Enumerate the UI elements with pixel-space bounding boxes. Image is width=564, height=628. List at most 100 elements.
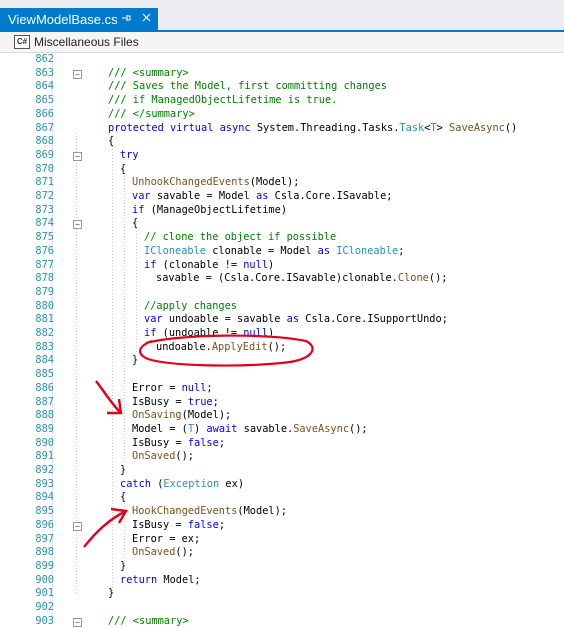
code-line[interactable]: 868 { xyxy=(0,135,564,149)
navigation-bar: C# Miscellaneous Files xyxy=(0,32,564,53)
line-number: 862 xyxy=(35,53,54,65)
code-text: protected virtual async System.Threading… xyxy=(108,121,518,134)
code-text: { xyxy=(132,217,139,230)
code-line[interactable]: 876 ICloneable clonable = Model as IClone… xyxy=(0,245,564,259)
code-line[interactable]: 890 IsBusy = false; xyxy=(0,437,564,451)
code-line[interactable]: 884} xyxy=(0,354,564,368)
code-line[interactable]: 903 − /// <summary> xyxy=(0,615,564,628)
code-line[interactable]: 880 //apply changes xyxy=(0,300,564,314)
code-line[interactable]: 897 Error = ex; xyxy=(0,533,564,547)
line-number: 866 xyxy=(35,107,54,120)
code-text: /// Saves the Model, first committing ch… xyxy=(108,80,387,93)
code-text: if (undoable != null) xyxy=(144,327,275,339)
code-text: if (ManageObjectLifetime) xyxy=(132,203,288,216)
code-line[interactable]: 894 { xyxy=(0,491,564,505)
code-line[interactable]: 862 xyxy=(0,53,564,67)
line-number: 902 xyxy=(35,601,54,613)
code-text: UnhookChangedEvents(Model); xyxy=(132,176,300,189)
line-number: 869 xyxy=(35,148,54,161)
code-text: ICloneable clonable = Model as ICloneabl… xyxy=(144,244,405,257)
code-text: } xyxy=(132,354,139,367)
code-line[interactable]: 883 undoable.ApplyEdit(); xyxy=(0,341,564,355)
code-line[interactable]: 885 xyxy=(0,368,564,382)
code-text: HookChangedEvents(Model); xyxy=(132,505,287,518)
code-text: undoable.ApplyEdit(); xyxy=(156,340,287,353)
code-line[interactable]: 875 // clone the object if possible xyxy=(0,231,564,245)
code-line[interactable]: 882 if (undoable != null) xyxy=(0,327,564,341)
fold-toggle-icon[interactable]: − xyxy=(73,521,82,531)
line-number: 875 xyxy=(35,231,54,244)
code-line[interactable]: 899} xyxy=(0,560,564,574)
code-line[interactable]: 900 return Model; xyxy=(0,574,564,588)
code-line[interactable]: 879 xyxy=(0,286,564,300)
code-line[interactable]: 866 /// </summary> xyxy=(0,108,564,122)
code-text: if (clonable != null) xyxy=(144,258,275,271)
line-number: 885 xyxy=(35,368,54,381)
code-line[interactable]: 867 protected virtual async System.Thread… xyxy=(0,122,564,136)
code-line[interactable]: 871 UnhookChangedEvents(Model); xyxy=(0,176,564,190)
code-text: /// <summary> xyxy=(108,614,189,627)
code-line[interactable]: 870 { xyxy=(0,163,564,177)
code-text: } xyxy=(108,587,115,600)
code-line[interactable]: 874 − { xyxy=(0,217,564,231)
line-number: 882 xyxy=(35,327,54,339)
code-line[interactable]: 873 if (ManageObjectLifetime) xyxy=(0,204,564,218)
project-dropdown-label[interactable]: Miscellaneous Files xyxy=(34,35,139,49)
line-number: 896 xyxy=(35,518,54,531)
code-line[interactable]: 865 /// if ManagedObjectLifetime is true. xyxy=(0,94,564,108)
line-number: 863 xyxy=(35,66,54,79)
code-text: return Model; xyxy=(120,573,201,586)
code-text: /// </summary> xyxy=(108,107,195,120)
code-line[interactable]: 877 if (clonable != null) xyxy=(0,259,564,273)
line-number: 868 xyxy=(35,135,54,148)
line-number: 878 xyxy=(35,272,54,285)
code-text: IsBusy = true; xyxy=(132,395,219,408)
code-text: IsBusy = false; xyxy=(132,436,226,449)
code-line[interactable]: 872 var savable = Model as Csla.Core.ISav… xyxy=(0,190,564,204)
line-number: 884 xyxy=(35,354,54,367)
fold-toggle-icon[interactable]: − xyxy=(73,151,82,161)
code-text: try xyxy=(120,148,139,161)
code-line[interactable]: 901} xyxy=(0,587,564,601)
code-line[interactable]: 869 − try xyxy=(0,149,564,163)
code-line[interactable]: 902 xyxy=(0,601,564,615)
fold-toggle-icon[interactable]: − xyxy=(73,69,82,79)
code-text: savable = (Csla.Core.ISavable)clonable.C… xyxy=(156,272,448,285)
code-text: /// if ManagedObjectLifetime is true. xyxy=(108,94,338,107)
code-line[interactable]: 881 var undoable = savable as Csla.Core.I… xyxy=(0,313,564,327)
line-number: 903 xyxy=(35,614,54,627)
code-text: IsBusy = false; xyxy=(132,518,226,531)
code-line[interactable]: 863 − /// <summary> xyxy=(0,67,564,81)
line-number: 895 xyxy=(35,505,54,518)
code-line[interactable]: 891 OnSaved(); xyxy=(0,450,564,464)
code-line[interactable]: 892} xyxy=(0,464,564,478)
line-number: 897 xyxy=(35,532,54,545)
line-number: 876 xyxy=(35,244,54,257)
fold-toggle-icon[interactable]: − xyxy=(73,617,82,627)
code-line[interactable]: 893 catch (Exception ex) xyxy=(0,478,564,492)
pin-icon[interactable] xyxy=(118,13,134,26)
code-line[interactable]: 896 − IsBusy = false; xyxy=(0,519,564,533)
code-text: OnSaving(Model); xyxy=(132,409,232,422)
code-text: // clone the object if possible xyxy=(144,231,337,244)
line-number: 894 xyxy=(35,491,54,504)
code-line[interactable]: 895 HookChangedEvents(Model); xyxy=(0,505,564,519)
code-line[interactable]: 878 savable = (Csla.Core.ISavable)clonabl… xyxy=(0,272,564,286)
line-number: 877 xyxy=(35,258,54,271)
code-line[interactable]: 886 Error = null; xyxy=(0,382,564,396)
csharp-file-icon: C# xyxy=(14,35,30,49)
code-line[interactable]: 889 Model = (T) await savable.SaveAsync()… xyxy=(0,423,564,437)
close-icon[interactable] xyxy=(138,13,154,25)
code-text: /// <summary> xyxy=(108,66,189,79)
code-line[interactable]: 887 IsBusy = true; xyxy=(0,396,564,410)
code-line[interactable]: 888 OnSaving(Model); xyxy=(0,409,564,423)
document-tab-bar: ViewModelBase.cs xyxy=(0,0,564,32)
tab-viewmodelbase[interactable]: ViewModelBase.cs xyxy=(0,8,158,30)
code-line[interactable]: 864 /// Saves the Model, first committing… xyxy=(0,80,564,94)
code-line[interactable]: 898 OnSaved(); xyxy=(0,546,564,560)
code-editor[interactable]: 862 863 − /// <summary> 864 /// Saves the Mod… xyxy=(0,53,564,627)
code-text: Model = (T) await savable.SaveAsync(); xyxy=(132,422,368,435)
line-number: 874 xyxy=(35,217,54,230)
line-number: 888 xyxy=(35,409,54,422)
fold-toggle-icon[interactable]: − xyxy=(73,220,82,230)
